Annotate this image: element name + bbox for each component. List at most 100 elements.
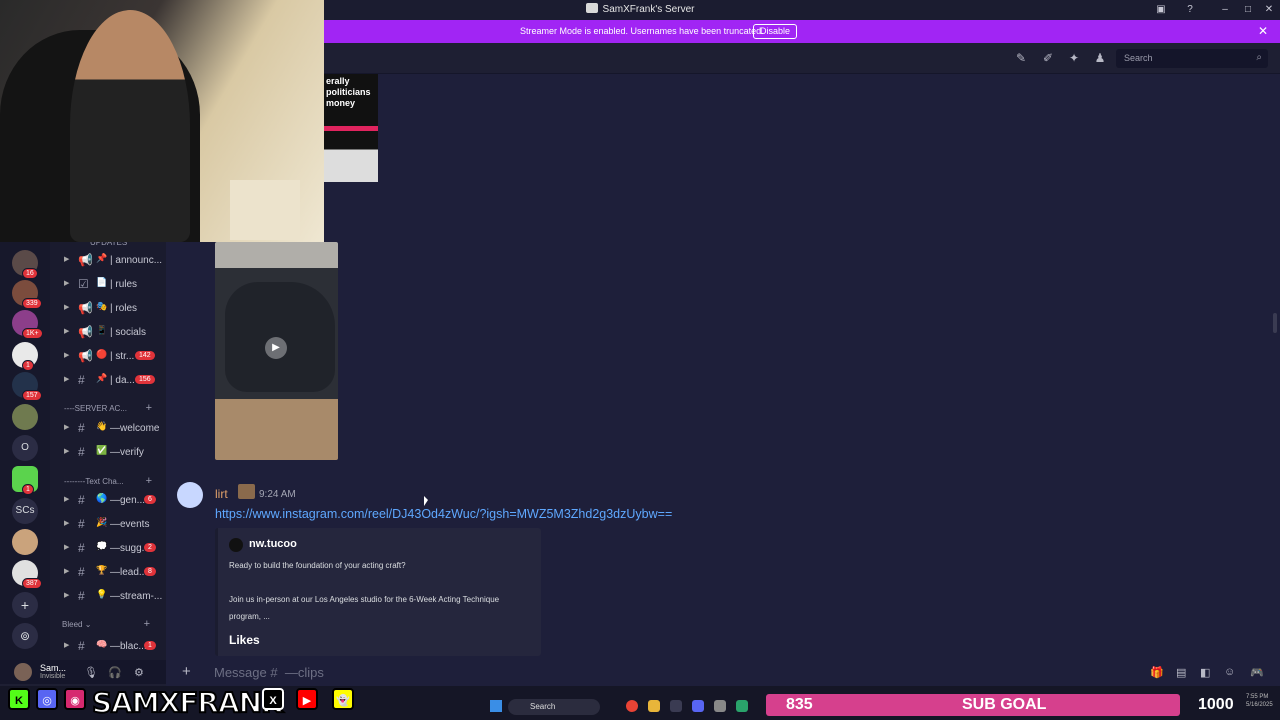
add-server-icon[interactable]: + [12, 592, 38, 618]
sticker-icon[interactable]: ◧ [1200, 666, 1210, 679]
hash-icon: # [78, 445, 85, 459]
minimize-icon[interactable]: – [1219, 4, 1231, 16]
disable-button[interactable]: Disable [753, 24, 798, 39]
server-icon[interactable]: 157 [12, 372, 42, 401]
mention-badge: 1 [22, 484, 34, 495]
category-text[interactable]: --------Text Cha... + [64, 475, 164, 487]
message-composer[interactable]: + Message # —clips 🎁 ▤ ◧ ☺ 🎮 [166, 660, 1280, 686]
chrome-icon[interactable] [626, 700, 638, 712]
app-logo-icon [585, 3, 598, 13]
image-attachment[interactable]: erally politicians money [324, 74, 378, 182]
pin-icon[interactable]: ✦ [1067, 51, 1081, 65]
add-channel-icon[interactable]: + [146, 475, 152, 487]
channel-item[interactable]: ▶ # 🧠 —blac... 1 [64, 638, 164, 656]
message-author[interactable]: lirt [215, 487, 228, 501]
channel-name: —lead... [110, 567, 148, 578]
avatar[interactable] [177, 482, 203, 508]
channel-item[interactable]: ▶ 📢 🔴 | str... 142 [64, 348, 164, 366]
server-icon[interactable]: 16 [12, 250, 38, 279]
channel-item[interactable]: ▶ # 🎉 —events [64, 516, 164, 534]
settings-icon[interactable]: ⚙ [134, 666, 144, 679]
app-icon[interactable] [736, 700, 748, 712]
channel-item[interactable]: ▶ # 👋 —welcome [64, 420, 164, 438]
embed-line-2: Join us in-person at our Los Angeles stu… [229, 595, 500, 604]
sub-goal-current: 835 [786, 696, 813, 713]
channel-name: | announc... [110, 255, 163, 266]
kick-icon: K [8, 688, 30, 710]
app-icon[interactable] [670, 700, 682, 712]
discover-icon[interactable]: ⊚ [12, 623, 38, 649]
channel-name: —events [110, 519, 150, 530]
channel-item[interactable]: ▶ # ✅ —verify [64, 444, 164, 462]
channel-item[interactable]: ▶ 📢 🎭 | roles [64, 300, 164, 318]
unread-badge: 2 [144, 543, 156, 552]
threads-icon[interactable]: ✎ [1014, 51, 1028, 65]
unread-badge: 1 [144, 641, 156, 650]
hash-icon: # [78, 565, 85, 579]
taskbar-search[interactable]: Search [508, 699, 600, 715]
embed-author[interactable]: nw.tucoo [249, 538, 297, 550]
message-input[interactable]: Message # —clips [214, 665, 324, 680]
maximize-icon[interactable]: □ [1242, 4, 1254, 16]
mention-badge: 339 [22, 298, 42, 309]
server-icon[interactable]: 1K+ [12, 310, 43, 339]
channel-header: ✎ ✐ ✦ ♟ Search ⌕ [324, 43, 1280, 74]
channel-item[interactable]: ▶ # 📌 | da... 156 [64, 372, 164, 390]
folder-icon[interactable] [648, 700, 660, 712]
add-channel-icon[interactable]: + [146, 402, 152, 414]
unread-badge: 8 [144, 567, 156, 576]
headphones-icon[interactable]: 🎧 [108, 666, 122, 679]
category-server[interactable]: ----SERVER AC... + [64, 402, 164, 414]
windows-taskbar: Search [486, 696, 776, 718]
server-icon[interactable] [12, 404, 38, 430]
mute-icon[interactable]: ✐ [1041, 51, 1055, 65]
instagram-icon: ◉ [64, 688, 86, 710]
username[interactable]: Sam... [40, 663, 66, 673]
server-icon[interactable]: 1 [12, 466, 38, 495]
channel-item[interactable]: ▶ 📢 📌 | announc... [64, 252, 164, 270]
members-icon[interactable]: ♟ [1093, 51, 1107, 65]
gift-icon[interactable]: 🎁 [1150, 666, 1164, 679]
channel-item[interactable]: ▶ ☑ 📄 | rules [64, 276, 164, 294]
add-channel-icon[interactable]: + [144, 618, 150, 630]
channel-item[interactable]: ▶ # 🏆 —lead... 8 [64, 564, 164, 582]
close-window-icon[interactable]: ✕ [1263, 4, 1275, 16]
channel-item[interactable]: ▶ 📢 📱 | socials [64, 324, 164, 342]
server-icon[interactable]: 339 [12, 280, 42, 309]
announcement-icon: 📢 [78, 349, 93, 363]
channel-name: —stream-... [110, 591, 163, 602]
server-icon[interactable]: 1 [12, 342, 38, 371]
server-icon[interactable]: O [12, 435, 38, 461]
attach-icon[interactable]: + [182, 663, 191, 680]
emoji-icon[interactable]: ☺ [1224, 666, 1235, 678]
video-attachment[interactable]: ▶ [215, 242, 338, 460]
server-icon[interactable]: SCs [12, 498, 38, 524]
windows-start-icon[interactable] [490, 700, 502, 712]
hash-icon: # [78, 541, 85, 555]
apps-icon[interactable]: 🎮 [1250, 666, 1264, 679]
gif-icon[interactable]: ▤ [1176, 666, 1186, 679]
category-bleed[interactable]: Bleed ⌄ + [62, 618, 162, 630]
close-icon[interactable]: ✕ [1258, 24, 1268, 38]
search-input[interactable]: Search ⌕ [1116, 49, 1268, 68]
channel-name: | da... [110, 375, 135, 386]
channel-name: —blac... [110, 641, 147, 652]
inbox-icon[interactable]: ▣ [1155, 4, 1167, 16]
discord-taskbar-icon[interactable] [692, 700, 704, 712]
message-link[interactable]: https://www.instagram.com/reel/DJ43Od4zW… [215, 507, 672, 521]
microphone-icon[interactable]: 🎙 [84, 666, 98, 679]
play-icon[interactable]: ▶ [265, 337, 287, 359]
settings-taskbar-icon[interactable] [714, 700, 726, 712]
channel-item[interactable]: ▶ # 💭 —sugg... 2 [64, 540, 164, 558]
server-icon[interactable] [12, 529, 38, 555]
avatar[interactable] [14, 663, 32, 681]
channel-item[interactable]: ▶ # 🌎 —gen... 6 [64, 492, 164, 510]
unread-badge: 6 [144, 495, 156, 504]
hash-icon: # [78, 421, 85, 435]
channel-item[interactable]: ▶ # 💡 —stream-... [64, 588, 164, 606]
scrollbar[interactable] [1273, 313, 1277, 333]
help-icon[interactable]: ? [1184, 4, 1196, 16]
system-clock: 7:55 PM 5/16/2025 [1246, 693, 1273, 709]
embed-likes-label: Likes [229, 633, 260, 647]
server-icon[interactable]: 387 [12, 560, 42, 589]
